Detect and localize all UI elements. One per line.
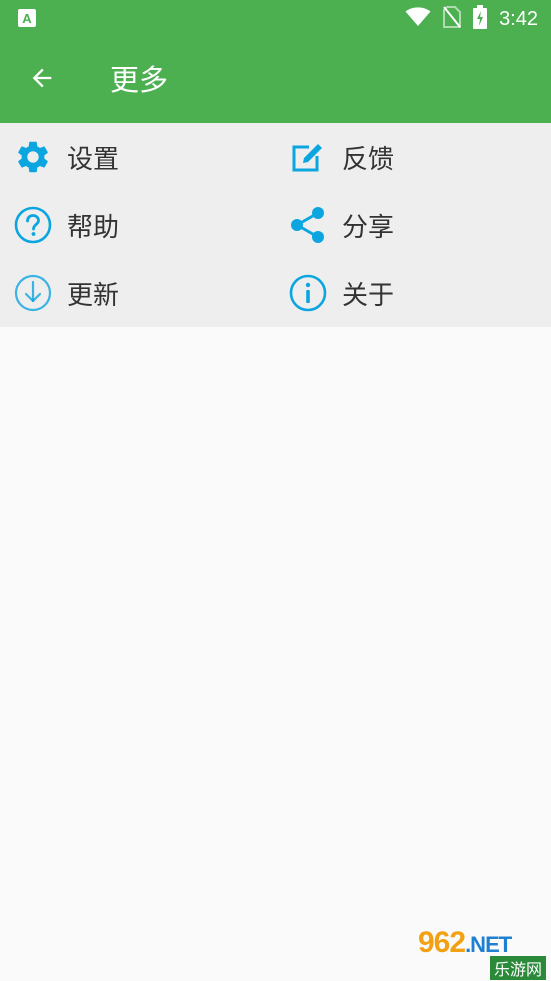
info-icon — [288, 273, 328, 313]
wifi-icon — [405, 7, 431, 31]
gear-icon — [13, 137, 53, 177]
watermark-number: 962 — [418, 926, 466, 959]
share-icon — [288, 205, 328, 245]
menu-item-help[interactable]: 帮助 — [13, 191, 273, 259]
menu-item-settings[interactable]: 设置 — [13, 123, 273, 191]
menu-item-update[interactable]: 更新 — [13, 259, 273, 327]
page-title: 更多 — [110, 63, 169, 97]
menu-item-label: 反馈 — [342, 144, 395, 175]
watermark-logo: 962.NET 乐游网 — [412, 926, 547, 980]
menu-item-label: 更新 — [67, 280, 120, 311]
menu-item-label: 关于 — [342, 280, 395, 311]
arrow-left-icon — [28, 64, 56, 96]
watermark-domain: .NET — [465, 932, 512, 957]
menu-item-share[interactable]: 分享 — [288, 191, 538, 259]
status-bar: A 3:42 — [0, 0, 551, 38]
back-button[interactable] — [22, 60, 62, 100]
status-time: 3:42 — [499, 7, 538, 30]
menu-item-label: 设置 — [67, 144, 120, 175]
watermark-subtitle: 乐游网 — [490, 956, 547, 980]
watermark-brand: 962.NET — [418, 926, 512, 960]
menu-item-label: 分享 — [342, 212, 395, 243]
menu-panel: 设置 反馈 帮助 分享 更新 关于 — [0, 123, 551, 327]
help-icon — [13, 205, 53, 245]
menu-item-feedback[interactable]: 反馈 — [288, 123, 538, 191]
download-icon — [13, 273, 53, 313]
no-sim-icon — [443, 6, 462, 32]
menu-item-about[interactable]: 关于 — [288, 259, 538, 327]
battery-charging-icon — [473, 5, 488, 33]
app-bar: 更多 — [0, 38, 551, 123]
svg-text:A: A — [22, 11, 32, 26]
a-notification-icon: A — [17, 8, 37, 28]
menu-item-label: 帮助 — [67, 212, 120, 243]
edit-icon — [288, 137, 328, 177]
